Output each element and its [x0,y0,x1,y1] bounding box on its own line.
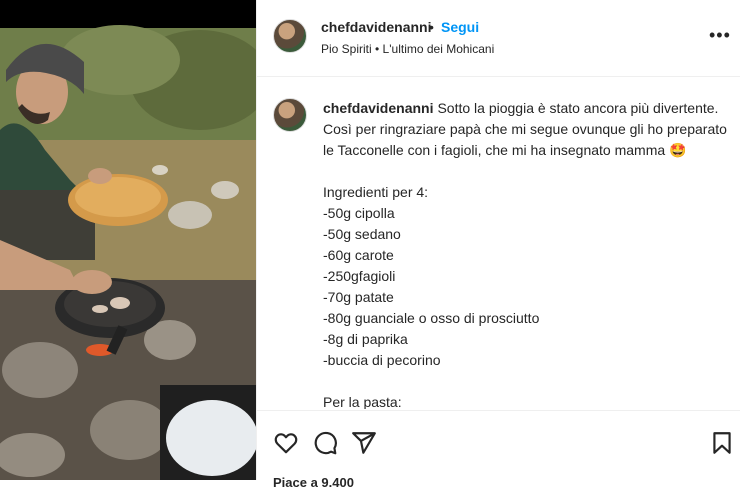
separator-dot: • [429,19,434,35]
caption-line: le Tacconelle con i fagioli, che mi ha i… [323,142,687,158]
more-options-icon[interactable]: ••• [709,26,731,44]
ingredient-item: -buccia di pecorino [323,352,441,368]
cooking-scene-image [0,25,256,480]
author-avatar[interactable] [273,19,307,53]
action-bar: Piace a 9.400 [257,410,740,490]
author-username[interactable]: chefdavidenanni [321,19,431,35]
caption-line: chefdavidenanni Sotto la pioggia è stato … [323,100,719,116]
caption-text: chefdavidenanni Sotto la pioggia è stato … [323,98,727,409]
share-icon[interactable] [351,430,377,456]
bookmark-icon[interactable] [709,430,735,456]
heart-icon[interactable] [273,430,299,456]
ingredients-title: Ingredienti per 4: [323,184,429,200]
post-media[interactable] [0,0,256,480]
pasta-title: Per la pasta: [323,394,402,409]
caption-area[interactable]: chefdavidenanni Sotto la pioggia è stato … [257,77,740,409]
ingredient-item: -50g cipolla [323,205,395,221]
ingredient-item: -70g patate [323,289,394,305]
caption-author[interactable]: chefdavidenanni [323,100,433,116]
caption-author-avatar[interactable] [273,98,307,132]
likes-count[interactable]: Piace a 9.400 [273,475,354,490]
audio-link[interactable]: Pio Spiriti • L'ultimo dei Mohicani [321,42,494,56]
post-panel: chefdavidenanni • Segui Pio Spiriti • L'… [256,0,740,490]
caption-line: Così per ringraziare papà che mi segue o… [323,121,727,137]
ingredient-item: -250gfagioli [323,268,396,284]
comment-icon[interactable] [312,430,338,456]
ingredient-item: -50g sedano [323,226,401,242]
post-header: chefdavidenanni • Segui Pio Spiriti • L'… [257,0,740,77]
follow-button[interactable]: Segui [441,19,479,35]
ingredient-item: -80g guanciale o osso di prosciutto [323,310,540,326]
ingredient-item: -8g di paprika [323,331,408,347]
ingredient-item: -60g carote [323,247,394,263]
